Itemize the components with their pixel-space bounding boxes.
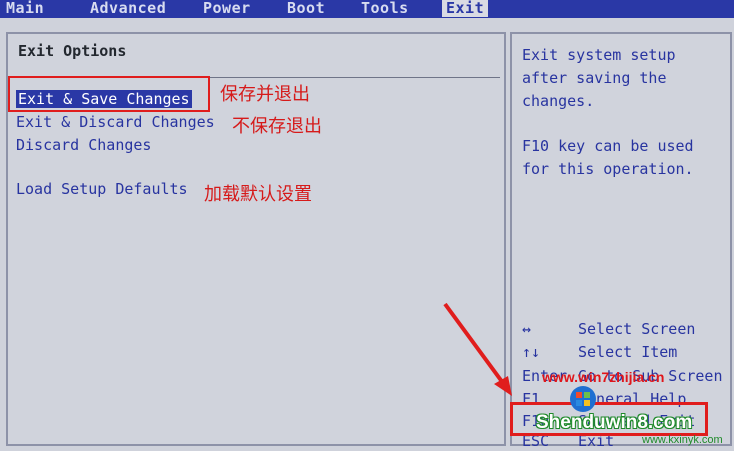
- windows-logo-icon: [570, 386, 596, 412]
- watermark-site: www.kxinyk.com: [642, 434, 723, 446]
- watermark-url: www.win7zhijia.cn: [542, 369, 665, 385]
- watermark-name: Shenduwin8.com: [536, 412, 693, 433]
